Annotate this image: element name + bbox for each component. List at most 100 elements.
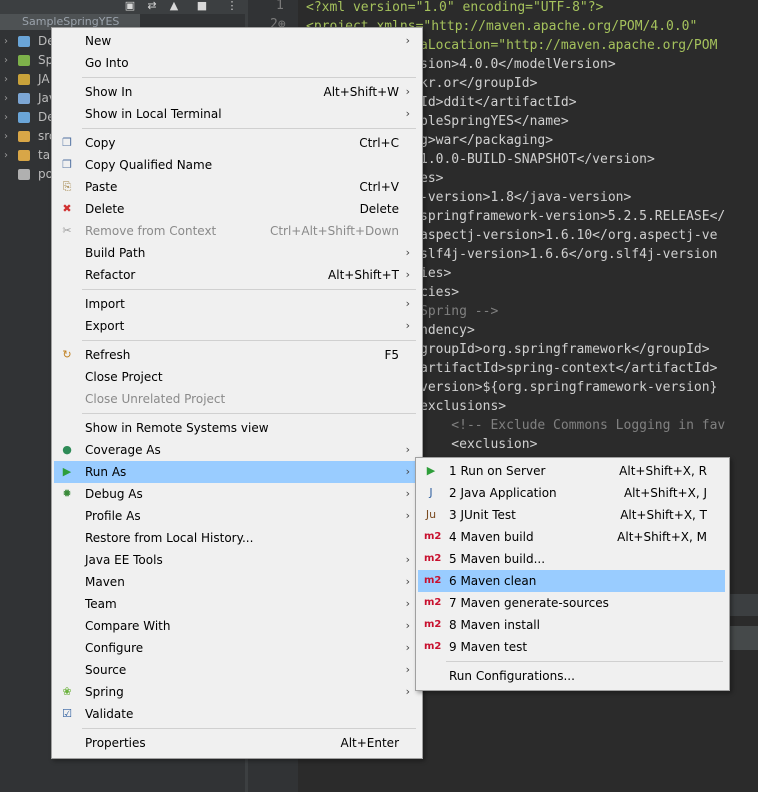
menu-item-go-into[interactable]: Go Into [54,52,418,74]
submenu-arrow-icon: › [405,685,410,698]
link-editor-icon[interactable]: ⇄ [146,0,158,12]
menu-separator [82,340,416,341]
menu-item-restore-from-local-history[interactable]: Restore from Local History... [54,527,418,549]
run-as-submenu: ▶ 1 Run on Server Alt+Shift+X, R J 2 Java Ap… [415,457,730,691]
menu-item-label: 5 Maven build... [449,552,546,566]
menu-item-configure[interactable]: Configure › [54,637,418,659]
collapse-all-icon[interactable]: ▣ [124,0,136,12]
submenu-arrow-icon: › [405,553,410,566]
menu-item-paste[interactable]: ⎘ Paste Ctrl+V [54,176,418,198]
code-line: artifactId>spring-context</artifactId> [420,361,718,376]
view-menu-icon[interactable]: ⋮ [226,0,238,12]
maven-m2-icon: m2 [424,641,442,652]
submenu-arrow-icon: › [405,85,410,98]
menu-item-java-ee-tools[interactable]: Java EE Tools › [54,549,418,571]
deployed-resources-icon [18,112,30,123]
menu-item-label: Run As [85,465,127,479]
menu-item-2-java-application[interactable]: J 2 Java Application Alt+Shift+X, J [418,482,725,504]
menu-item-remove-from-context: ✂ Remove from Context Ctrl+Alt+Shift+Down [54,220,418,242]
expand-toggle-icon[interactable]: › [4,70,8,89]
menu-item-shortcut: F5 [384,348,399,362]
menu-item-spring[interactable]: ❀ Spring › [54,681,418,703]
menu-item-shortcut: Ctrl+Alt+Shift+Down [269,224,399,238]
submenu-arrow-icon: › [405,509,410,522]
maven-m2-icon: m2 [424,619,442,630]
menu-separator [82,413,416,414]
menu-item-label: Maven [85,575,125,589]
expand-toggle-icon[interactable]: › [4,89,8,108]
menu-item-validate[interactable]: ☑ Validate [54,703,418,725]
code-line: aspectj-version>1.6.10</org.aspectj-ve [420,228,718,243]
menu-item-1-run-on-server[interactable]: ▶ 1 Run on Server Alt+Shift+X, R [418,460,725,482]
menu-item-label: 3 JUnit Test [449,508,516,522]
menu-item-show-in-local-terminal[interactable]: Show in Local Terminal › [54,103,418,125]
submenu-arrow-icon: › [405,268,410,281]
menu-item-label: Show in Local Terminal [85,107,222,121]
menu-item-3-junit-test[interactable]: Ju 3 JUnit Test Alt+Shift+X, T [418,504,725,526]
focus-icon[interactable]: ▲ [168,0,180,12]
menu-item-new[interactable]: New › [54,30,418,52]
code-line: groupId>org.springframework</groupId> [420,342,710,357]
menu-item-7-maven-generate-sources[interactable]: m2 7 Maven generate-sources [418,592,725,614]
menu-item-run-as[interactable]: ▶ Run As › [54,461,418,483]
menu-item-import[interactable]: Import › [54,293,418,315]
menu-item-export[interactable]: Export › [54,315,418,337]
menu-item-profile-as[interactable]: Profile As › [54,505,418,527]
menu-item-maven[interactable]: Maven › [54,571,418,593]
code-line: 1.0.0-BUILD-SNAPSHOT</version> [420,152,655,167]
menu-item-team[interactable]: Team › [54,593,418,615]
code-line: slf4j-version>1.6.6</org.slf4j-version [420,247,718,262]
maven-m2-icon: m2 [424,575,442,586]
menu-item-4-maven-build[interactable]: m2 4 Maven build Alt+Shift+X, M [418,526,725,548]
menu-item-show-in[interactable]: Show In Alt+Shift+W › [54,81,418,103]
menu-item-properties[interactable]: Properties Alt+Enter [54,732,418,754]
folder-icon [18,150,30,161]
menu-item-run-configurations[interactable]: Run Configurations... [418,665,725,687]
menu-item-label: Coverage As [85,443,161,457]
menu-separator [82,128,416,129]
menu-item-close-project[interactable]: Close Project [54,366,418,388]
expand-toggle-icon[interactable]: › [4,108,8,127]
code-line: kr.or</groupId> [420,76,538,91]
expand-toggle-icon[interactable]: › [4,32,8,51]
menu-item-refresh[interactable]: ↻ Refresh F5 [54,344,418,366]
code-line: ies> [420,266,452,281]
menu-item-close-unrelated-project: Close Unrelated Project [54,388,418,410]
menu-item-shortcut: Alt+Shift+X, R [619,464,707,478]
code-line: version>${org.springframework-version} [420,380,718,395]
menu-item-label: Profile As [85,509,141,523]
validate-icon: ☑ [62,707,72,720]
menu-item-label: 4 Maven build [449,530,534,544]
menu-item-label: New [85,34,112,48]
submenu-arrow-icon: › [405,619,410,632]
menu-item-5-maven-build[interactable]: m2 5 Maven build... [418,548,725,570]
menu-item-label: Close Unrelated Project [85,392,226,406]
submenu-arrow-icon: › [405,34,410,47]
menu-item-source[interactable]: Source › [54,659,418,681]
menu-item-coverage-as[interactable]: ● Coverage As › [54,439,418,461]
expand-toggle-icon[interactable]: › [4,51,8,70]
menu-item-refactor[interactable]: Refactor Alt+Shift+T › [54,264,418,286]
menu-item-delete[interactable]: ✖ Delete Delete [54,198,418,220]
menu-item-compare-with[interactable]: Compare With › [54,615,418,637]
menu-item-label: Close Project [85,370,163,384]
menu-item-copy-qualified-name[interactable]: ❐ Copy Qualified Name [54,154,418,176]
java-application-icon: J [429,486,433,499]
menu-item-label: Java EE Tools [85,553,163,567]
menu-item-6-maven-clean[interactable]: m2 6 Maven clean [418,570,725,592]
filter-icon[interactable]: ■ [196,0,208,12]
paste-icon: ⎘ [62,180,72,193]
menu-item-build-path[interactable]: Build Path › [54,242,418,264]
expand-toggle-icon[interactable]: › [4,146,8,165]
menu-item-debug-as[interactable]: ✹ Debug As › [54,483,418,505]
code-line: Spring --> [420,304,499,319]
menu-item-8-maven-install[interactable]: m2 8 Maven install [418,614,725,636]
menu-item-show-in-remote-systems-view[interactable]: Show in Remote Systems view [54,417,418,439]
code-line: es> [420,171,444,186]
menu-item-label: 6 Maven clean [449,574,537,588]
menu-item-copy[interactable]: ❐ Copy Ctrl+C [54,132,418,154]
folder-icon [18,131,30,142]
menu-item-9-maven-test[interactable]: m2 9 Maven test [418,636,725,658]
expand-toggle-icon[interactable]: › [4,127,8,146]
submenu-arrow-icon: › [405,597,410,610]
